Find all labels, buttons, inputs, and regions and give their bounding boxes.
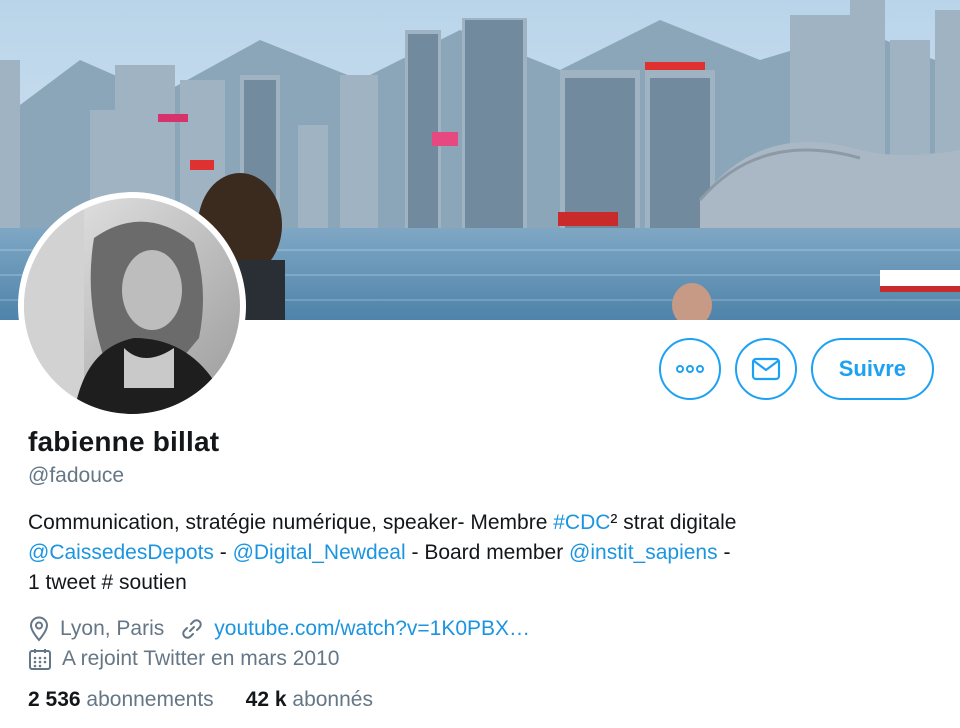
bio-text: Communication, stratégie numérique, spea… <box>28 511 554 534</box>
message-button[interactable] <box>734 338 797 400</box>
follow-button[interactable]: Suivre <box>810 338 934 400</box>
profile-handle: @fadouce <box>28 464 125 487</box>
calendar-icon <box>29 649 51 670</box>
followers-count: 42 k <box>245 688 287 711</box>
hashtag-link[interactable]: #CDC <box>553 511 610 534</box>
meta-row: A rejoint Twitter en mars 2010 <box>28 644 938 674</box>
profile-name: fabienne billat <box>28 426 220 457</box>
joined-item: A rejoint Twitter en mars 2010 <box>28 644 339 674</box>
bio-line-2: @CaissedesDepots - @Digital_Newdeal - Bo… <box>28 538 938 568</box>
envelope-icon <box>751 357 780 381</box>
mention-link[interactable]: @instit_sapiens <box>569 541 718 564</box>
followers-stat[interactable]: 42 k abonnés <box>246 688 373 712</box>
profile-bio: Communication, stratégie numérique, spea… <box>28 508 938 598</box>
followers-label: abonnés <box>292 688 373 711</box>
mention-link[interactable]: @CaissedesDepots <box>28 541 214 564</box>
profile-info: fabienne billat @fadouce Communication, … <box>28 424 938 712</box>
following-stat[interactable]: 2 536 abonnements <box>28 688 214 712</box>
location-item: Lyon, Paris <box>28 614 164 644</box>
bio-text: - <box>213 541 233 564</box>
profile-meta: Lyon, Paris youtube.com/watch?v=1K0PBX… <box>28 614 938 674</box>
bio-text: - <box>717 541 731 564</box>
location-pin-icon <box>29 616 49 642</box>
link-icon <box>182 619 203 639</box>
url-item: youtube.com/watch?v=1K0PBX… <box>180 614 530 644</box>
following-label: abonnements <box>86 688 214 711</box>
mention-link[interactable]: @Digital_Newdeal <box>233 541 406 564</box>
avatar-photo <box>24 198 240 414</box>
bio-text: ² strat digitale <box>610 511 737 534</box>
profile-stats: 2 536 abonnements 42 k abonnés <box>28 688 938 712</box>
bio-text: - Board member <box>405 541 570 564</box>
joined-text: A rejoint Twitter en mars 2010 <box>62 647 340 670</box>
location-text: Lyon, Paris <box>60 617 165 640</box>
more-dots-icon <box>675 365 704 373</box>
profile-actions: Suivre <box>658 338 934 400</box>
bio-line-1: Communication, stratégie numérique, spea… <box>28 508 938 538</box>
meta-row: Lyon, Paris youtube.com/watch?v=1K0PBX… <box>28 614 938 644</box>
profile-avatar[interactable] <box>18 192 246 420</box>
bio-line-3: 1 tweet # soutien <box>28 571 187 594</box>
following-count: 2 536 <box>28 688 81 711</box>
profile-url-link[interactable]: youtube.com/watch?v=1K0PBX… <box>214 614 530 644</box>
more-button[interactable] <box>658 338 721 400</box>
